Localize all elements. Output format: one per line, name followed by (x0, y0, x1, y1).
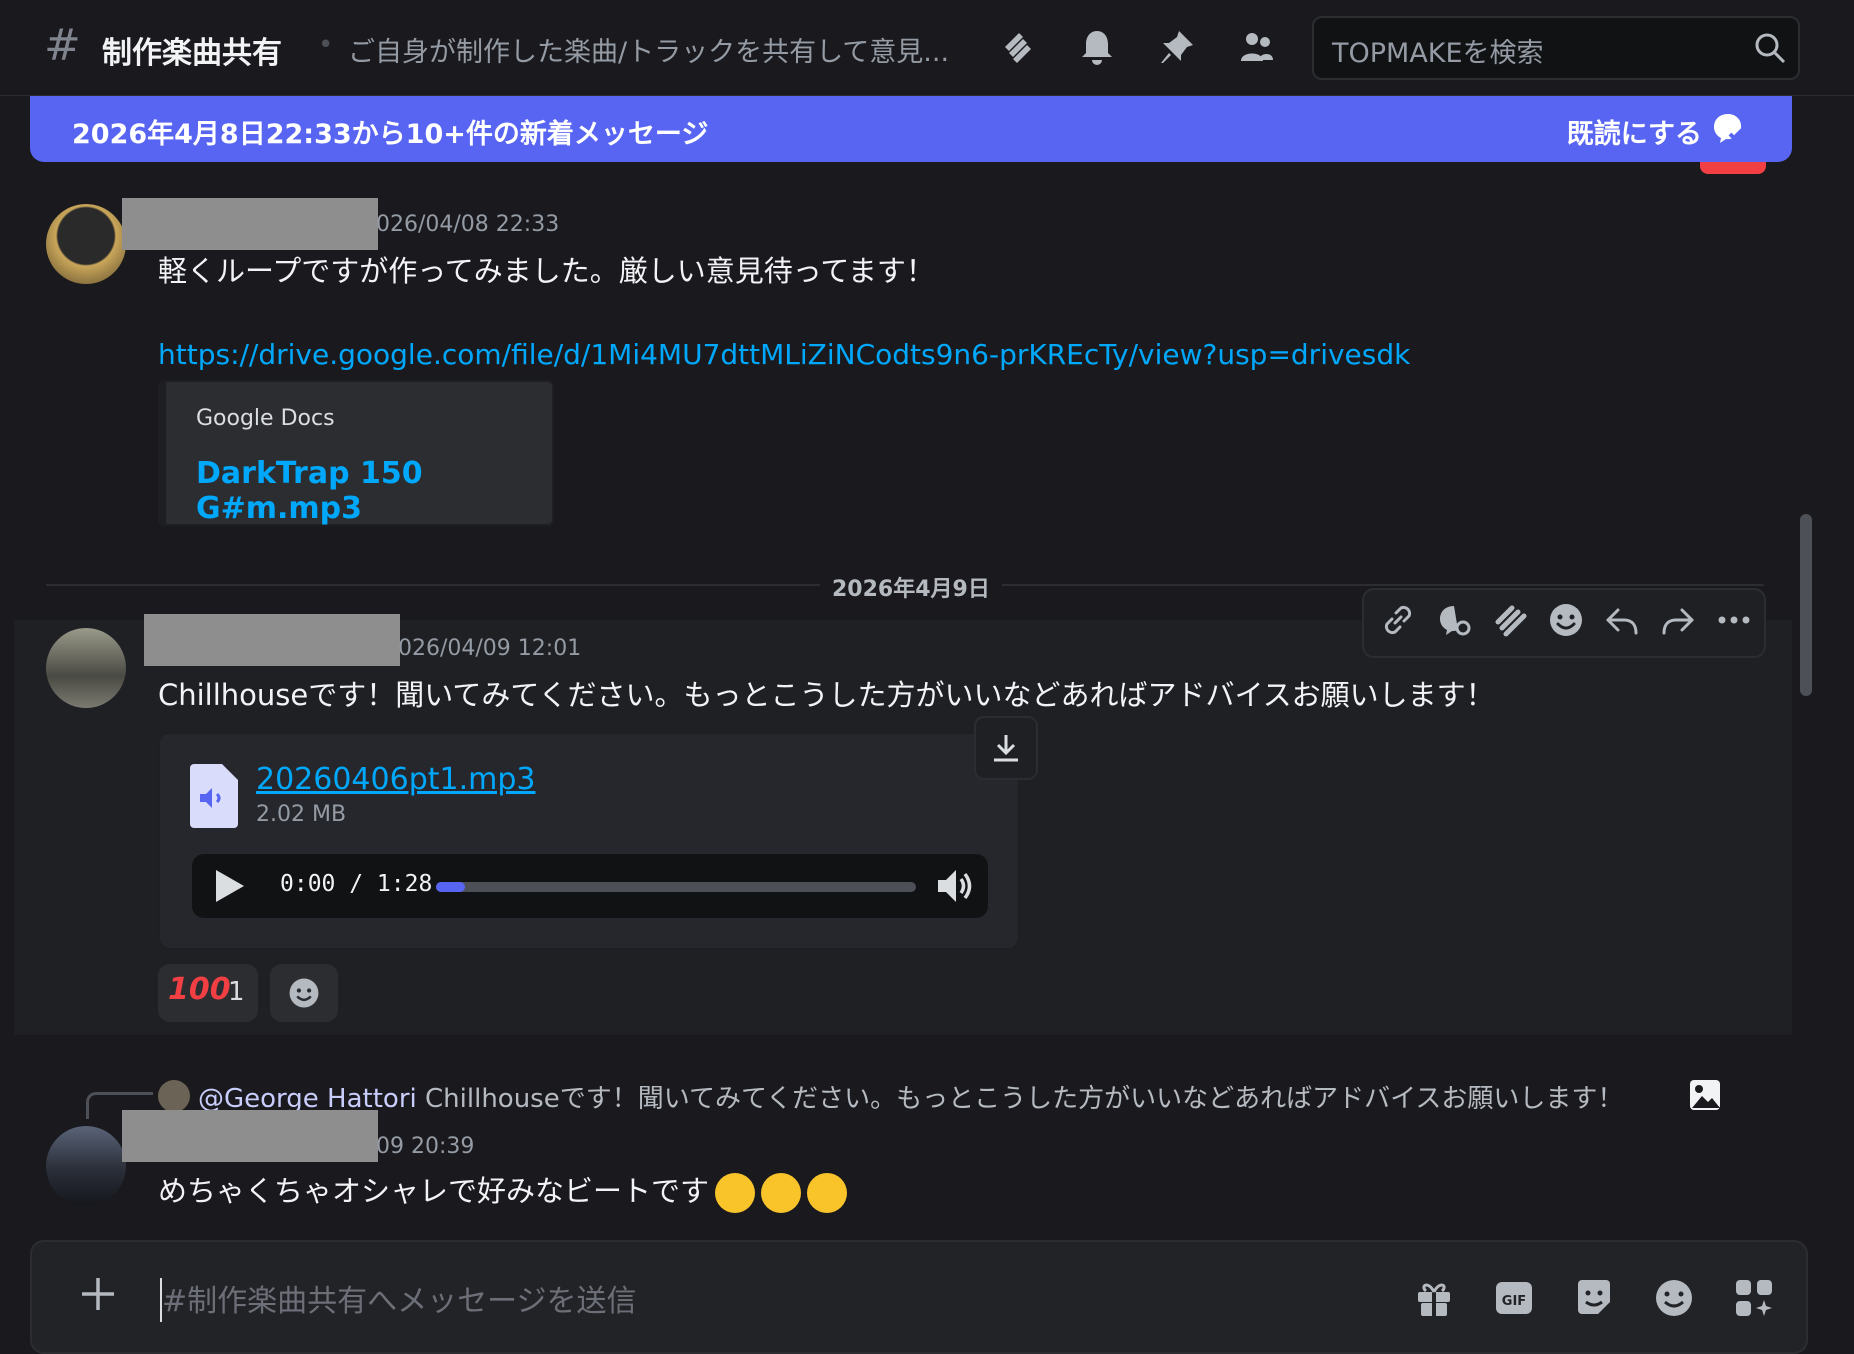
channel-topic[interactable]: ご自身が制作した楽曲/トラックを共有して意見... (348, 30, 968, 69)
reply-preview[interactable]: @George Hattori Chillhouseです！聞いてみてください。も… (198, 1078, 1623, 1115)
hash-icon: # (44, 20, 81, 71)
message-timestamp: 026/04/09 12:01 (398, 636, 582, 661)
reply-preview-text: Chillhouseです！聞いてみてください。もっとこうした方がいいなどあればア… (416, 1084, 1624, 1114)
message-input[interactable]: #制作楽曲共有へメッセージを送信 (162, 1276, 637, 1320)
message-text: めちゃくちゃオシャレで好みなビートです (158, 1174, 710, 1208)
mark-unread-icon[interactable] (1434, 600, 1478, 644)
channel-name: 制作楽曲共有 (102, 36, 282, 71)
username-redacted (122, 1110, 378, 1162)
message-composer[interactable]: #制作楽曲共有へメッセージを送信 GIF (30, 1240, 1808, 1354)
search-input[interactable]: TOPMAKEを検索 (1312, 16, 1800, 80)
avatar[interactable] (46, 628, 126, 708)
avatar[interactable] (46, 204, 126, 284)
smile-icon (289, 978, 319, 1008)
members-icon[interactable] (1232, 22, 1282, 72)
image-icon (1690, 1080, 1720, 1110)
sticker-icon[interactable] (1572, 1276, 1616, 1320)
search-icon (1755, 33, 1786, 64)
reaction-count: 1 (228, 977, 245, 1007)
message-link[interactable]: https://drive.google.com/file/d/1Mi4MU7d… (158, 338, 1410, 371)
channel-header: # 制作楽曲共有 • ご自身が制作した楽曲/トラックを共有して意見... TOP… (0, 0, 1854, 96)
progress-fill (436, 882, 465, 892)
username-redacted (144, 614, 400, 666)
add-attachment-icon[interactable] (68, 1264, 128, 1324)
playback-time: 0:00 / 1:28 (280, 871, 433, 897)
separator-dot: • (318, 30, 334, 60)
embed-provider: Google Docs (196, 406, 335, 431)
volume-icon[interactable] (934, 866, 974, 906)
audio-player: 0:00 / 1:28 (192, 854, 988, 918)
message-timestamp: 09 20:39 (376, 1134, 475, 1159)
scrollbar-thumb[interactable] (1800, 514, 1812, 696)
message-content: めちゃくちゃオシャレで好みなビートです (158, 1168, 848, 1213)
search-placeholder: TOPMAKEを検索 (1332, 38, 1544, 69)
astonished-emoji (715, 1173, 756, 1213)
gift-icon[interactable] (1412, 1276, 1456, 1320)
message-toolbar (1362, 588, 1766, 658)
hundred-points-emoji: 100 (168, 972, 231, 1007)
gif-icon[interactable]: GIF (1492, 1276, 1536, 1320)
file-name-link[interactable]: 20260406pt1.mp3 (256, 762, 535, 797)
threads-icon[interactable] (992, 22, 1042, 72)
bell-icon[interactable] (1072, 22, 1122, 72)
message-text: Chillhouseです！聞いてみてください。もっとこうした方がいいなどあればア… (158, 678, 1495, 712)
copy-link-icon[interactable] (1378, 600, 1422, 644)
new-messages-text: 2026年4月8日22:33から10+件の新着メッセージ (72, 119, 709, 150)
star-struck-emoji (807, 1173, 848, 1213)
astonished-emoji (761, 1173, 802, 1213)
mark-read-icon[interactable] (1710, 110, 1746, 146)
download-icon (994, 735, 1018, 762)
add-reaction-button[interactable] (270, 964, 338, 1022)
pin-icon[interactable] (1152, 22, 1202, 72)
reply-avatar[interactable] (158, 1080, 190, 1112)
message-timestamp: 026/04/08 22:33 (376, 212, 560, 237)
audio-attachment: 20260406pt1.mp3 2.02 MB 0:00 / 1:28 (158, 732, 1020, 950)
apps-icon[interactable] (1732, 1276, 1776, 1320)
more-options-icon[interactable] (1714, 600, 1758, 644)
embed-title[interactable]: DarkTrap 150 G#m.mp3 (196, 456, 552, 526)
reaction-100[interactable]: 100 1 (158, 964, 258, 1022)
create-thread-icon[interactable] (1490, 600, 1534, 644)
link-embed: Google Docs DarkTrap 150 G#m.mp3 (158, 380, 554, 526)
username-redacted (122, 198, 378, 250)
new-messages-bar[interactable]: 2026年4月8日22:33から10+件の新着メッセージ 既読にする (30, 96, 1792, 162)
add-reaction-icon[interactable] (1546, 600, 1590, 644)
reply-icon[interactable] (1602, 600, 1646, 644)
mark-as-read-button[interactable]: 既読にする (1567, 112, 1702, 151)
progress-slider[interactable] (436, 882, 916, 892)
forward-icon[interactable] (1658, 600, 1702, 644)
play-icon[interactable] (210, 868, 246, 904)
message-text: 軽くループですが作ってみました。厳しい意見待ってます！ (158, 254, 935, 288)
audio-file-icon (190, 764, 238, 828)
date-divider-text: 2026年4月9日 (820, 571, 1002, 603)
svg-text:GIF: GIF (1502, 1294, 1526, 1309)
avatar[interactable] (46, 1126, 126, 1206)
emoji-icon[interactable] (1652, 1276, 1696, 1320)
file-size: 2.02 MB (256, 802, 347, 827)
download-button[interactable] (974, 716, 1038, 780)
